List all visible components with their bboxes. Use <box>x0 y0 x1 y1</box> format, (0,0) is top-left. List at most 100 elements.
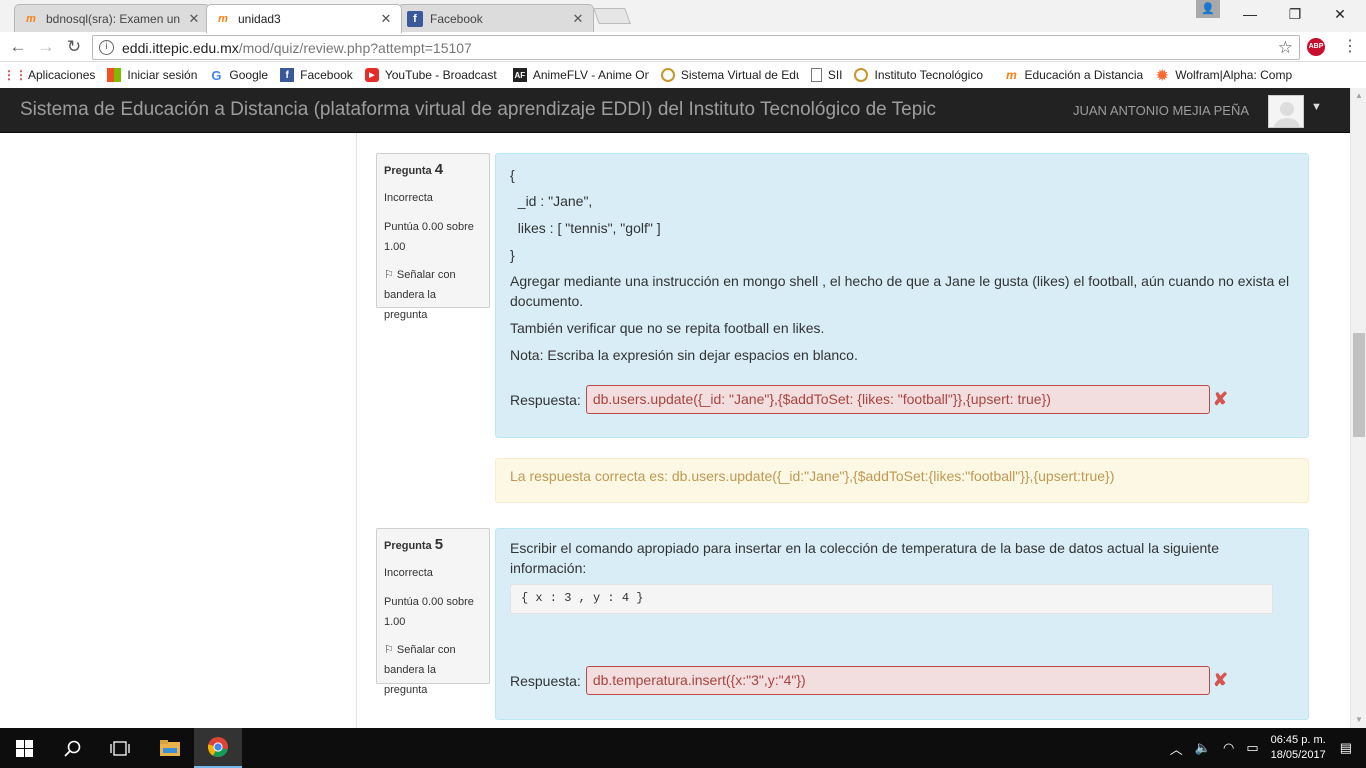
profile-icon[interactable]: 👤 <box>1196 0 1220 18</box>
windows-icon <box>107 68 122 82</box>
user-menu-caret-icon[interactable]: ▼ <box>1311 101 1322 113</box>
browser-tab-facebook[interactable]: f Facebook ✕ <box>398 4 594 32</box>
browser-toolbar: ← → ↻ i eddi.ittepic.edu.mx/mod/quiz/rev… <box>0 32 1366 62</box>
tab-label: Facebook <box>430 11 483 26</box>
minimize-window-icon[interactable]: — <box>1228 0 1272 28</box>
flag-question-link[interactable]: ⚐ Señalar con bandera la pregunta <box>384 265 482 325</box>
wifi-icon[interactable]: ◠ <box>1223 740 1234 756</box>
question-grade: Puntúa 0.00 sobre 1.00 <box>384 221 474 253</box>
scroll-up-icon[interactable]: ▲ <box>1351 88 1366 104</box>
clock-date: 18/05/2017 <box>1270 749 1326 761</box>
file-explorer-button[interactable] <box>146 728 194 768</box>
start-button[interactable] <box>0 728 48 768</box>
close-tab-icon[interactable]: ✕ <box>571 11 585 27</box>
bookmark-educacion-distancia[interactable]: m Educación a Distancia <box>1004 68 1143 82</box>
reload-icon[interactable]: ↻ <box>64 37 84 57</box>
close-tab-icon[interactable]: ✕ <box>379 11 393 27</box>
flag-icon: ⚐ <box>384 269 394 281</box>
page-content: Pregunta 4 Incorrecta Puntúa 0.00 sobre 1… <box>0 133 1350 728</box>
bookmark-youtube[interactable]: ▶ YouTube - Broadcast <box>364 68 501 82</box>
google-icon: G <box>211 68 222 82</box>
battery-icon[interactable]: ▭ <box>1246 740 1258 756</box>
url-path: /mod/quiz/review.php?attempt=15107 <box>238 39 472 56</box>
answer-label: Respuesta: <box>510 391 581 408</box>
task-view-button[interactable] <box>96 728 144 768</box>
facebook-favicon-icon: f <box>407 10 423 27</box>
question-text: También verificar que no se repita footb… <box>510 320 825 336</box>
scrollbar-thumb[interactable] <box>1353 333 1365 437</box>
site-navbar: Sistema de Educación a Distancia (plataf… <box>0 88 1366 133</box>
question-state: Incorrecta <box>384 567 433 579</box>
taskbar-clock[interactable]: 06:45 p. m. 18/05/2017 <box>1271 733 1326 763</box>
bookmark-animeflv[interactable]: AF AnimeFLV - Anime On <box>512 68 649 82</box>
code-line: } <box>510 247 515 263</box>
question-grade: Puntúa 0.00 sobre 1.00 <box>384 596 474 628</box>
adblock-plus-icon[interactable]: ABP <box>1307 38 1325 56</box>
user-avatar[interactable] <box>1268 95 1304 128</box>
clock-time: 06:45 p. m. <box>1270 734 1326 746</box>
bookmark-star-icon[interactable]: ☆ <box>1278 38 1293 58</box>
tab-strip: m bdnosql(sra): Examen un ✕ m unidad3 ✕ … <box>0 0 1366 33</box>
bookmark-wolfram[interactable]: ✹ Wolfram|Alpha: Comp <box>1155 68 1295 82</box>
site-title[interactable]: Sistema de Educación a Distancia (plataf… <box>20 99 936 121</box>
bookmark-instituto[interactable]: Instituto Tecnológico <box>854 68 992 82</box>
browser-tab-unidad3[interactable]: m unidad3 ✕ <box>206 4 402 33</box>
browser-tab-exam[interactable]: m bdnosql(sra): Examen un ✕ <box>14 4 210 32</box>
code-block: { x : 3 , y : 4 } <box>510 584 1273 614</box>
address-bar[interactable]: i eddi.ittepic.edu.mx/mod/quiz/review.ph… <box>92 35 1300 60</box>
question-text: Agregar mediante una instrucción en mong… <box>510 273 1290 309</box>
incorrect-x-icon: ✘ <box>1212 389 1228 409</box>
bookmark-iniciar-sesion[interactable]: Iniciar sesión <box>107 68 197 82</box>
show-hidden-icons-icon[interactable]: ︿ <box>1170 739 1183 758</box>
incorrect-x-icon: ✘ <box>1212 670 1228 690</box>
bookmark-facebook[interactable]: f Facebook <box>280 68 353 82</box>
windows-taskbar: ︿ 🔈 ◠ ▭ 06:45 p. m. 18/05/2017 ▤ <box>0 728 1366 768</box>
code-line: { <box>510 167 515 183</box>
search-button[interactable] <box>48 728 96 768</box>
flag-question-link[interactable]: ⚐ Señalar con bandera la pregunta <box>384 640 482 700</box>
page-scrollbar[interactable]: ▲ ▼ <box>1350 88 1366 728</box>
bookmark-sii[interactable]: SII <box>810 68 842 82</box>
bookmarks-bar: ⋮⋮ Aplicaciones Iniciar sesión G Google … <box>0 62 1366 88</box>
moodle-favicon-icon: m <box>218 13 228 25</box>
tab-label: bdnosql(sra): Examen un <box>46 11 181 26</box>
bookmark-sistema-virtual[interactable]: Sistema Virtual de Edu <box>660 68 799 82</box>
chrome-taskbar-button[interactable] <box>194 728 242 768</box>
volume-icon[interactable]: 🔈 <box>1195 740 1211 756</box>
answer-row: Respuesta: db.temperatura.insert({x:"3",… <box>510 666 1228 695</box>
wolfram-icon: ✹ <box>1156 68 1169 82</box>
content-divider <box>356 133 357 728</box>
question-5-formulation: Escribir el comando apropiado para inser… <box>495 528 1309 720</box>
question-5-info: Pregunta 5 Incorrecta Puntúa 0.00 sobre 1… <box>376 528 490 696</box>
question-4-info: Pregunta 4 Incorrecta Puntúa 0.00 sobre 1… <box>376 153 490 321</box>
url-host: eddi.ittepic.edu.mx <box>122 39 239 56</box>
animeflv-icon: AF <box>512 68 527 82</box>
question-text: Escribir el comando apropiado para inser… <box>510 540 1219 576</box>
chrome-icon <box>207 737 228 758</box>
bookmark-apps[interactable]: ⋮⋮ Aplicaciones <box>8 68 95 82</box>
answer-input[interactable]: db.users.update({_id: "Jane"},{$addToSet… <box>585 385 1210 414</box>
site-info-icon[interactable]: i <box>99 40 114 55</box>
windows-logo-icon <box>15 739 33 757</box>
moodle-favicon-icon: m <box>26 12 36 25</box>
bookmark-google[interactable]: G Google <box>209 68 268 82</box>
ittepic-seal-icon <box>660 68 675 82</box>
answer-input[interactable]: db.temperatura.insert({x:"3",y:"4"}) <box>585 666 1210 695</box>
correct-answer-feedback: La respuesta correcta es: db.users.updat… <box>495 458 1309 503</box>
action-center-icon[interactable]: ▤ <box>1340 740 1352 756</box>
close-window-icon[interactable]: ✕ <box>1318 0 1362 28</box>
user-name[interactable]: JUAN ANTONIO MEJIA PEÑA <box>1073 103 1249 118</box>
answer-label: Respuesta: <box>510 672 581 689</box>
browser-menu-icon[interactable]: ⋮ <box>1342 36 1358 58</box>
restore-window-icon[interactable]: ❐ <box>1273 0 1317 28</box>
scroll-down-icon[interactable]: ▼ <box>1351 712 1366 728</box>
question-number: Pregunta 4 <box>384 161 444 178</box>
question-note: Nota: Escriba la expresión sin dejar esp… <box>510 347 858 363</box>
page-icon <box>810 68 822 82</box>
back-icon[interactable]: ← <box>8 37 28 57</box>
forward-icon[interactable]: → <box>36 37 56 57</box>
folder-icon <box>160 740 180 756</box>
new-tab-button[interactable] <box>593 8 631 24</box>
close-tab-icon[interactable]: ✕ <box>187 11 201 27</box>
answer-row: Respuesta: db.users.update({_id: "Jane"}… <box>510 385 1228 414</box>
